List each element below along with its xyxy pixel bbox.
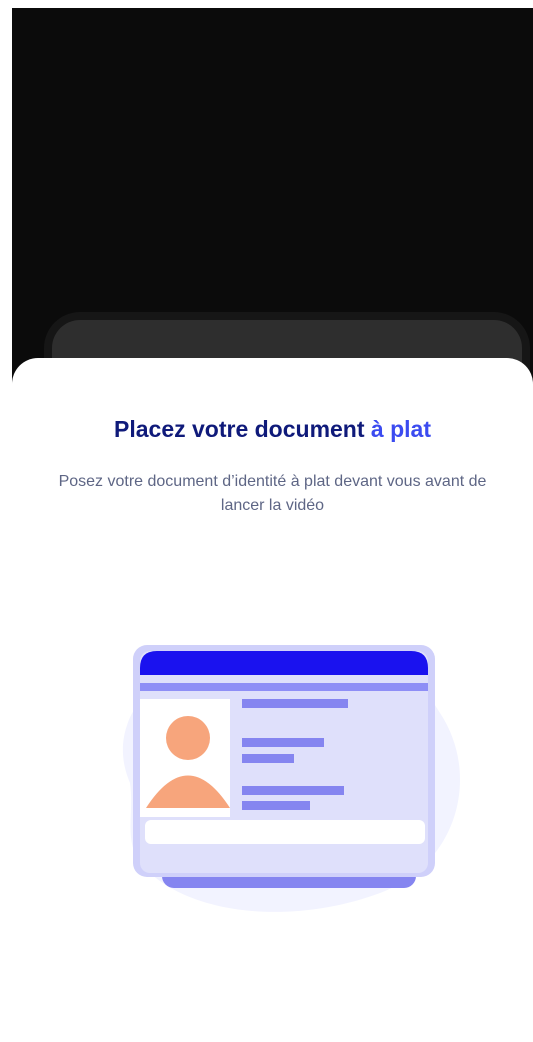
card-footer-band [145,820,425,844]
instruction-text: Posez votre document d’identité à plat d… [58,473,487,514]
title-accent: à plat [370,416,431,442]
text-line [242,738,324,747]
id-card-icon [122,645,460,912]
identity-verification-screen: Placez votre document à plat Posez votre… [0,0,533,1042]
text-line [242,801,310,810]
avatar-head [166,716,210,760]
text-line [242,699,348,708]
page-title: Placez votre document à plat [12,416,533,443]
card-stripe [140,683,428,691]
instruction-sheet: Placez votre document à plat Posez votre… [12,358,533,1042]
text-line [242,754,294,763]
card-header [140,651,428,675]
title-main: Placez votre document [114,416,371,442]
id-card-illustration [100,633,470,913]
text-line [242,786,344,795]
